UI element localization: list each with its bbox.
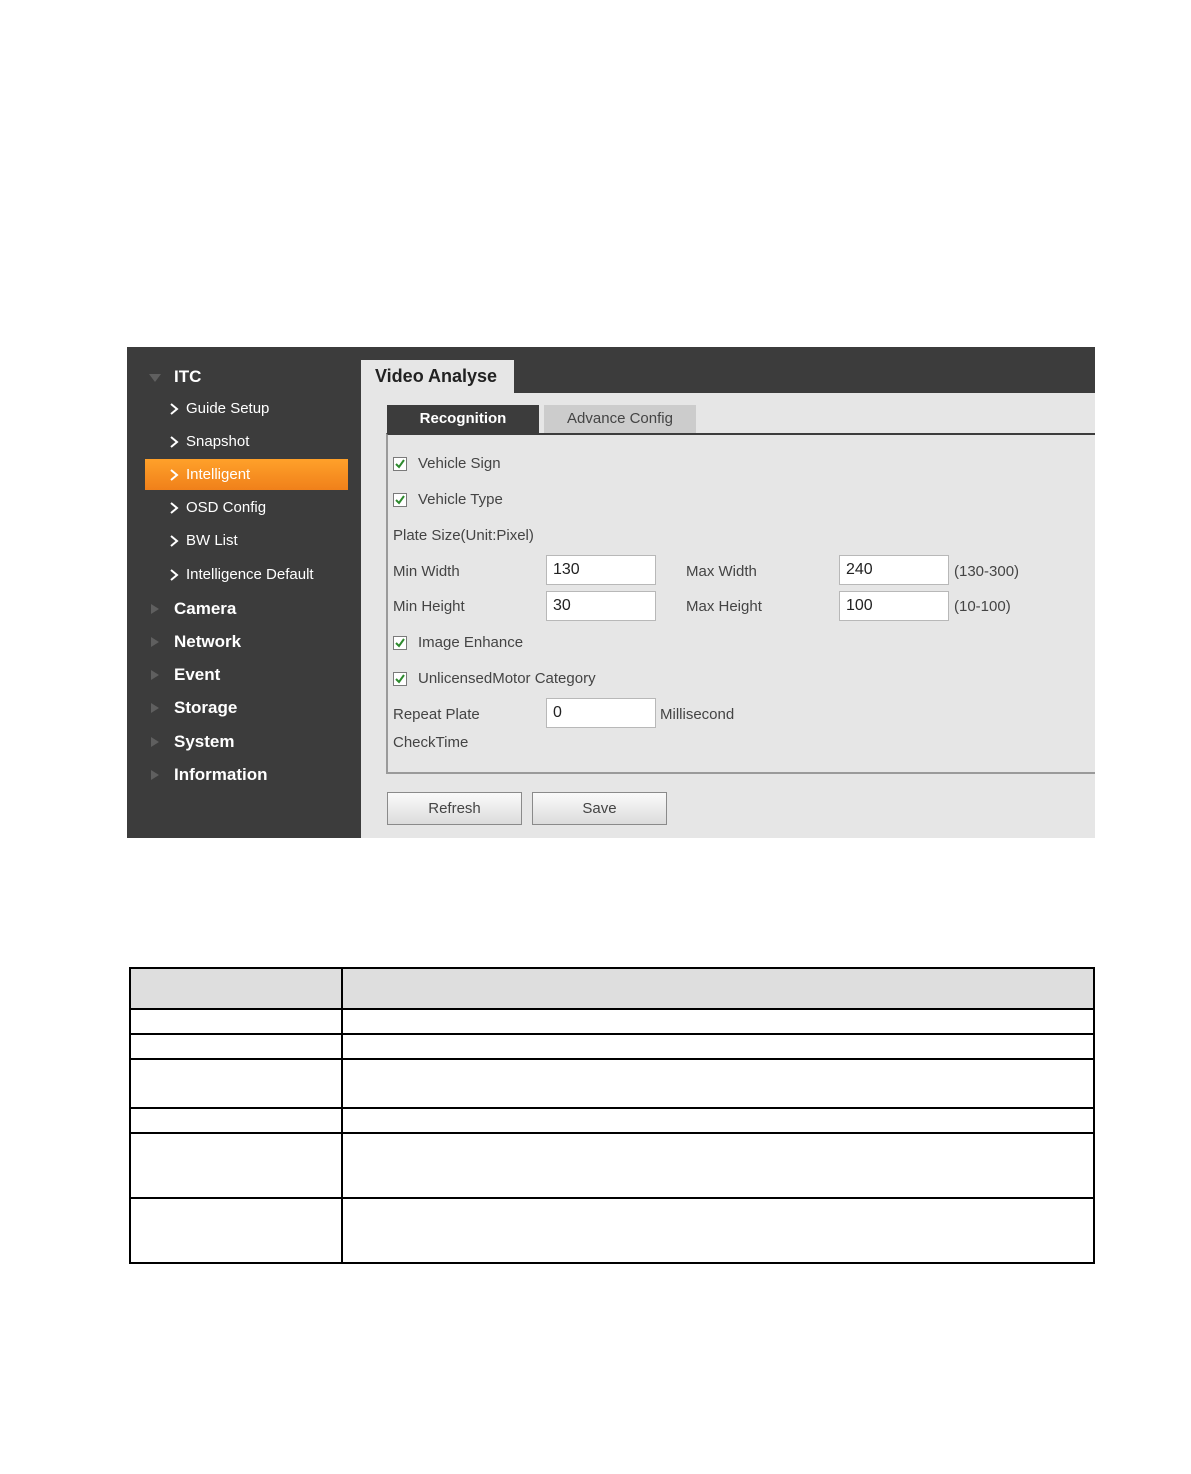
- sidebar-item-label: Snapshot: [186, 433, 250, 450]
- table-header-cell: [341, 967, 1095, 1010]
- unlicensed-motor-label: UnlicensedMotor Category: [418, 670, 596, 687]
- parameter-table: [129, 967, 1095, 1264]
- checkmark-icon: [395, 495, 405, 505]
- checkmark-icon: [395, 459, 405, 469]
- plate-size-label: Plate Size(Unit:Pixel): [393, 527, 534, 544]
- chevron-right-icon: [170, 535, 179, 547]
- table-cell: [341, 1132, 1095, 1199]
- millisecond-unit: Millisecond: [660, 706, 735, 723]
- sidebar-item-network[interactable]: Network: [127, 625, 361, 658]
- triangle-down-icon: [149, 374, 161, 382]
- sidebar-item-label: Information: [174, 764, 268, 784]
- sidebar-item-label: Guide Setup: [186, 400, 270, 417]
- triangle-right-icon: [151, 637, 159, 647]
- table-row: [129, 1033, 1095, 1060]
- tab-recognition[interactable]: Recognition: [387, 405, 539, 433]
- table-row: [129, 1132, 1095, 1199]
- max-height-label: Max Height: [686, 598, 762, 615]
- sidebar-item-label: BW List: [186, 532, 238, 549]
- min-height-label: Min Height: [393, 598, 465, 615]
- refresh-button[interactable]: Refresh: [387, 792, 522, 825]
- table-row: [129, 1008, 1095, 1035]
- recognition-panel: Vehicle Sign Vehicle Type Plate Size(Uni…: [386, 433, 1095, 774]
- page-title: Video Analyse: [361, 360, 514, 393]
- max-width-input[interactable]: 240: [839, 555, 949, 585]
- sidebar-item-event[interactable]: Event: [127, 658, 361, 691]
- checkmark-icon: [395, 674, 405, 684]
- repeat-plate-checktime-input[interactable]: 0: [546, 698, 656, 728]
- sidebar-item-snapshot[interactable]: Snapshot: [145, 426, 348, 457]
- image-enhance-label: Image Enhance: [418, 634, 524, 651]
- min-width-input[interactable]: 130: [546, 555, 656, 585]
- table-row: [129, 1197, 1095, 1264]
- sidebar-item-camera[interactable]: Camera: [127, 592, 361, 625]
- sidebar-item-label: Event: [174, 664, 221, 684]
- sidebar-item-bw-list[interactable]: BW List: [145, 525, 348, 556]
- repeat-plate-label: Repeat Plate: [393, 706, 480, 723]
- width-range-hint: (130-300): [954, 563, 1020, 580]
- table-cell: [129, 1008, 343, 1035]
- table-cell: [341, 1197, 1095, 1264]
- table-cell: [341, 1058, 1095, 1109]
- sidebar-item-information[interactable]: Information: [127, 758, 361, 791]
- table-cell: [129, 1197, 343, 1264]
- table-cell: [129, 1107, 343, 1134]
- checkmark-icon: [395, 638, 405, 648]
- main-content: Video Analyse Recognition Advance Config…: [361, 347, 1095, 838]
- table-cell: [129, 1132, 343, 1199]
- chevron-right-icon: [170, 502, 179, 514]
- save-button[interactable]: Save: [532, 792, 667, 825]
- triangle-right-icon: [151, 703, 159, 713]
- table-cell: [129, 1058, 343, 1109]
- triangle-right-icon: [151, 770, 159, 780]
- max-height-input[interactable]: 100: [839, 591, 949, 621]
- table-cell: [341, 1008, 1095, 1035]
- min-height-input[interactable]: 30: [546, 591, 656, 621]
- chevron-right-icon: [170, 469, 179, 481]
- sidebar-item-label: ITC: [174, 366, 202, 386]
- vehicle-sign-label: Vehicle Sign: [418, 455, 501, 472]
- title-bar: Video Analyse: [361, 347, 1095, 393]
- chevron-right-icon: [170, 569, 179, 581]
- table-row: [129, 1058, 1095, 1109]
- tab-advance-config[interactable]: Advance Config: [544, 405, 696, 433]
- sidebar-item-label: OSD Config: [186, 499, 267, 516]
- max-width-label: Max Width: [686, 563, 757, 580]
- table-header-row: [129, 967, 1095, 1010]
- table-row: [129, 1107, 1095, 1134]
- sidebar-item-system[interactable]: System: [127, 725, 361, 758]
- sidebar-item-label: Intelligent: [186, 466, 251, 483]
- vehicle-type-checkbox[interactable]: [393, 493, 407, 507]
- chevron-right-icon: [170, 403, 179, 415]
- image-enhance-checkbox[interactable]: [393, 636, 407, 650]
- sidebar-item-storage[interactable]: Storage: [127, 691, 361, 724]
- sidebar-item-guide-setup[interactable]: Guide Setup: [145, 393, 348, 424]
- config-window: ITC Guide Setup Snapshot Intelligent OSD…: [127, 347, 1095, 838]
- sidebar-item-intelligence-default[interactable]: Intelligence Default: [145, 559, 348, 590]
- table-cell: [341, 1033, 1095, 1060]
- min-width-label: Min Width: [393, 563, 460, 580]
- table-cell: [129, 1033, 343, 1060]
- sidebar-item-label: System: [174, 731, 235, 751]
- sidebar-item-label: Intelligence Default: [186, 566, 314, 583]
- vehicle-sign-checkbox[interactable]: [393, 457, 407, 471]
- sidebar-item-label: Network: [174, 631, 242, 651]
- triangle-right-icon: [151, 737, 159, 747]
- table-header-cell: [129, 967, 343, 1010]
- vehicle-type-label: Vehicle Type: [418, 491, 503, 508]
- table-cell: [341, 1107, 1095, 1134]
- sidebar-item-intelligent[interactable]: Intelligent: [145, 459, 348, 490]
- checktime-label: CheckTime: [393, 734, 469, 751]
- sidebar-item-itc[interactable]: ITC: [127, 360, 361, 393]
- height-range-hint: (10-100): [954, 598, 1011, 615]
- triangle-right-icon: [151, 604, 159, 614]
- sidebar-item-label: Camera: [174, 598, 237, 618]
- sidebar-item-label: Storage: [174, 697, 238, 717]
- triangle-right-icon: [151, 670, 159, 680]
- chevron-right-icon: [170, 436, 179, 448]
- sidebar: ITC Guide Setup Snapshot Intelligent OSD…: [127, 347, 361, 838]
- sidebar-item-osd-config[interactable]: OSD Config: [145, 492, 348, 523]
- unlicensed-motor-checkbox[interactable]: [393, 672, 407, 686]
